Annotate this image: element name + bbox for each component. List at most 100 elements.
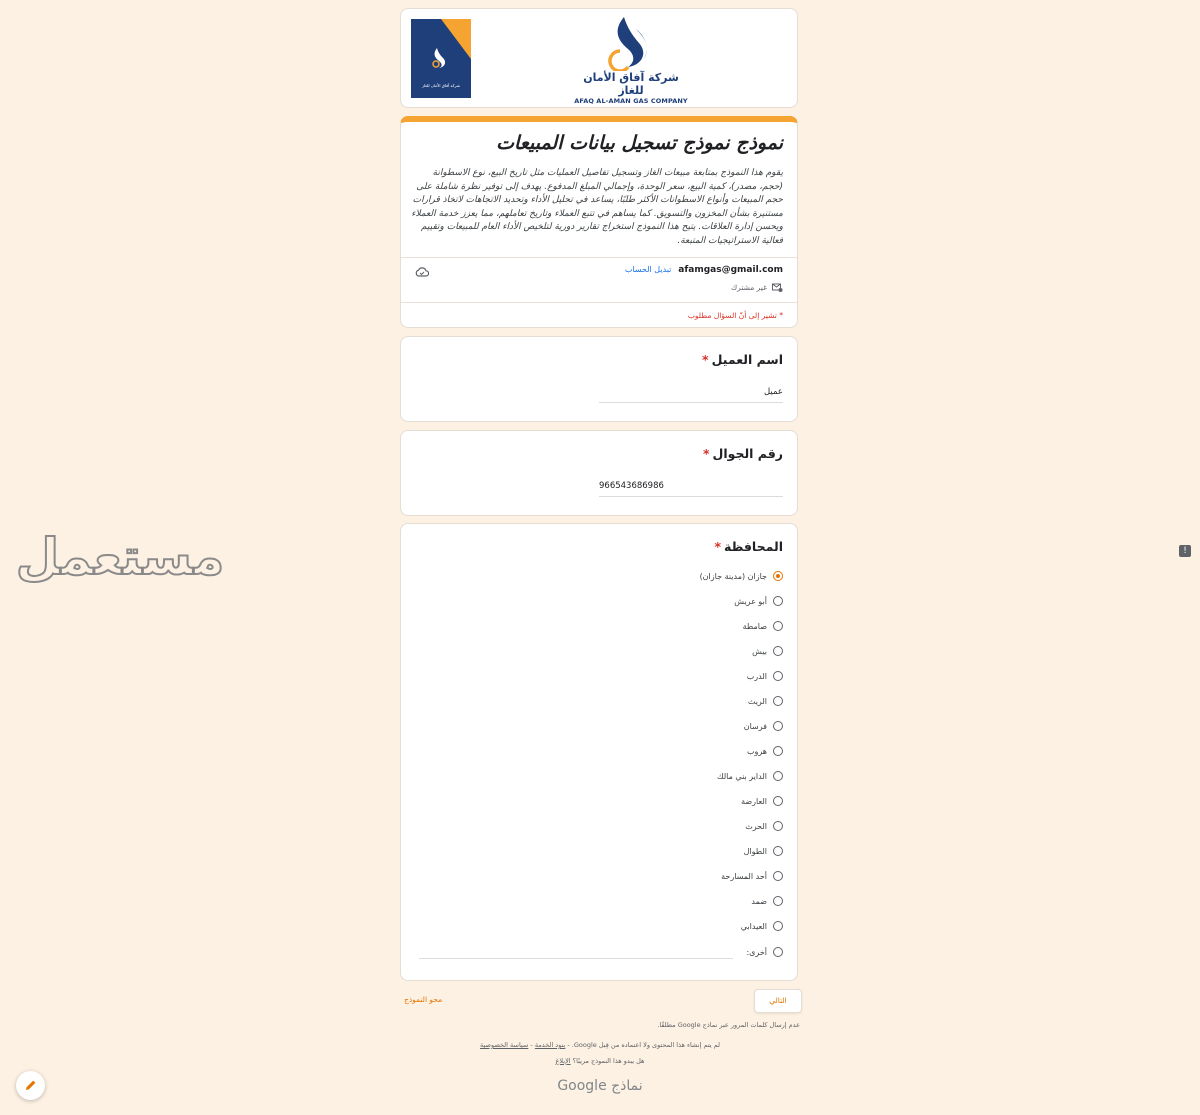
form-title: نموذج نموذج تسجيل بيانات المبيعات (496, 132, 783, 154)
radio-option[interactable]: هروب (747, 746, 783, 756)
account-email: afamgas@gmail.com (678, 265, 783, 275)
radio-label: هروب (746, 746, 767, 756)
radio-button[interactable] (773, 621, 783, 631)
radio-option[interactable]: أخرى: (746, 947, 783, 957)
feedback-icon[interactable]: ! (1179, 545, 1191, 557)
radio-button[interactable] (773, 571, 783, 581)
radio-label: العيدابي (740, 921, 767, 931)
account-row: afamgas@gmail.com تبديل الحساب (625, 265, 783, 275)
question-governorate: المحافظة* جازان (مدينة جازان) أبو عريش صام… (400, 523, 798, 981)
not-shared-icon (772, 283, 783, 292)
other-text-input[interactable] (419, 958, 733, 959)
radio-option[interactable]: الحرث (745, 821, 783, 831)
question-phone: رقم الجوال* 966543686986 (400, 430, 798, 516)
not-shared-status: غير مشترك (731, 283, 783, 292)
radio-label: أبو عريش (734, 596, 767, 606)
radio-button[interactable] (773, 596, 783, 606)
clear-form-button[interactable]: محو النموذج (404, 995, 442, 1004)
question-label: رقم الجوال (712, 446, 784, 461)
brand-google: Google (557, 1078, 607, 1094)
radio-button[interactable] (773, 896, 783, 906)
radio-button[interactable] (773, 846, 783, 856)
company-name-en: AFAQ AL-AMAN GAS COMPANY (574, 97, 688, 105)
required-star: * (714, 539, 721, 554)
form-header-card: نموذج نموذج تسجيل بيانات المبيعات يقوم ه… (400, 116, 798, 328)
company-name-ar: شركة آفاق الأمان للغاز (583, 71, 679, 97)
radio-label: أخرى: (746, 947, 767, 957)
small-logo: شركة آفاق الأمان للغاز (411, 19, 471, 98)
question-title: اسم العميل* (702, 352, 783, 367)
radio-label: جازان (مدينة جازان) (699, 571, 767, 581)
question-title: المحافظة* (714, 539, 783, 554)
required-note: * تشير إلى أنّ السؤال مطلوب (687, 311, 783, 320)
edit-button[interactable] (16, 1071, 45, 1100)
radio-button[interactable] (773, 871, 783, 881)
radio-option[interactable]: العارضة (741, 796, 783, 806)
disclaimer: لم يتم إنشاء هذا المحتوى ولا اعتماده من … (480, 1041, 720, 1049)
customer-name-input[interactable]: عميل (599, 387, 783, 403)
privacy-link[interactable]: سياسة الخصوصية (480, 1041, 528, 1049)
google-forms-brand[interactable]: Google نماذج (400, 1078, 800, 1094)
radio-label: الدرب (746, 671, 767, 681)
radio-button[interactable] (773, 746, 783, 756)
radio-label: العارضة (741, 796, 767, 806)
cloud-save-icon (415, 267, 429, 277)
radio-option[interactable]: الدرب (747, 671, 783, 681)
flame-icon (432, 48, 446, 68)
radio-button[interactable] (773, 921, 783, 931)
required-star: * (702, 352, 709, 367)
radio-label: الريث (747, 696, 767, 706)
radio-option[interactable]: ضمد (751, 896, 783, 906)
divider (401, 257, 797, 258)
radio-button[interactable] (773, 671, 783, 681)
question-title: رقم الجوال* (703, 446, 783, 461)
not-shared-label: غير مشترك (731, 283, 767, 292)
phone-input[interactable]: 966543686986 (599, 481, 783, 497)
small-logo-text: شركة آفاق الأمان للغاز (421, 83, 461, 88)
required-star: * (702, 446, 710, 461)
radio-option[interactable]: أحد المسارحة (721, 871, 783, 881)
radio-button[interactable] (773, 947, 783, 957)
company-logo: شركة آفاق الأمان للغاز AFAQ AL-AMAN GAS … (571, 15, 691, 105)
question-customer-name: اسم العميل* عميل (400, 336, 798, 422)
radio-label: ضمد (751, 896, 767, 906)
radio-option[interactable]: بيش (752, 646, 783, 656)
svg-text:مستعمل: مستعمل (16, 528, 225, 586)
radio-button[interactable] (773, 771, 783, 781)
radio-option[interactable]: أبو عريش (734, 596, 783, 606)
radio-label: بيش (752, 646, 767, 656)
divider (401, 302, 797, 303)
radio-button[interactable] (773, 821, 783, 831)
radio-button[interactable] (773, 721, 783, 731)
radio-option[interactable]: فرسان (744, 721, 783, 731)
question-label: اسم العميل (711, 352, 783, 367)
switch-account-link[interactable]: تبديل الحساب (625, 265, 672, 274)
header-banner: شركة آفاق الأمان للغاز شركة آفاق الأمان … (400, 8, 798, 108)
next-button[interactable]: التالي (754, 989, 802, 1013)
radio-label: صامطة (742, 621, 767, 631)
suspicious-text: هل يبدو هذا النموذج مريبًا؟ (572, 1057, 645, 1065)
radio-label: أحد المسارحة (721, 871, 767, 881)
terms-link[interactable]: بنود الخدمة (535, 1041, 565, 1049)
question-label: المحافظة (723, 539, 783, 554)
report-link[interactable]: الإبلاغ (556, 1057, 571, 1065)
radio-label: الطوال (743, 846, 767, 856)
flame-icon (608, 17, 647, 71)
radio-option[interactable]: الطوال (744, 846, 783, 856)
radio-button[interactable] (773, 696, 783, 706)
radio-option[interactable]: العيدابي (741, 921, 783, 931)
radio-button[interactable] (773, 796, 783, 806)
radio-option[interactable]: الريث (748, 696, 783, 706)
watermark-logo: مستعمل (15, 527, 226, 587)
disclaimer-text: لم يتم إنشاء هذا المحتوى ولا اعتماده من … (567, 1041, 720, 1049)
form-description: يقوم هذا النموذج بمتابعة مبيعات الغاز وت… (411, 168, 783, 246)
radio-option[interactable]: جازان (مدينة جازان) (700, 571, 783, 581)
radio-option[interactable]: صامطة (743, 621, 783, 631)
radio-button[interactable] (773, 646, 783, 656)
radio-label: الداير بني مالك (716, 771, 767, 781)
brand-forms: نماذج (611, 1078, 643, 1094)
radio-label: فرسان (743, 721, 767, 731)
report-row: هل يبدو هذا النموذج مريبًا؟ الإبلاغ (400, 1057, 800, 1065)
radio-label: الحرث (745, 821, 767, 831)
radio-option[interactable]: الداير بني مالك (717, 771, 783, 781)
